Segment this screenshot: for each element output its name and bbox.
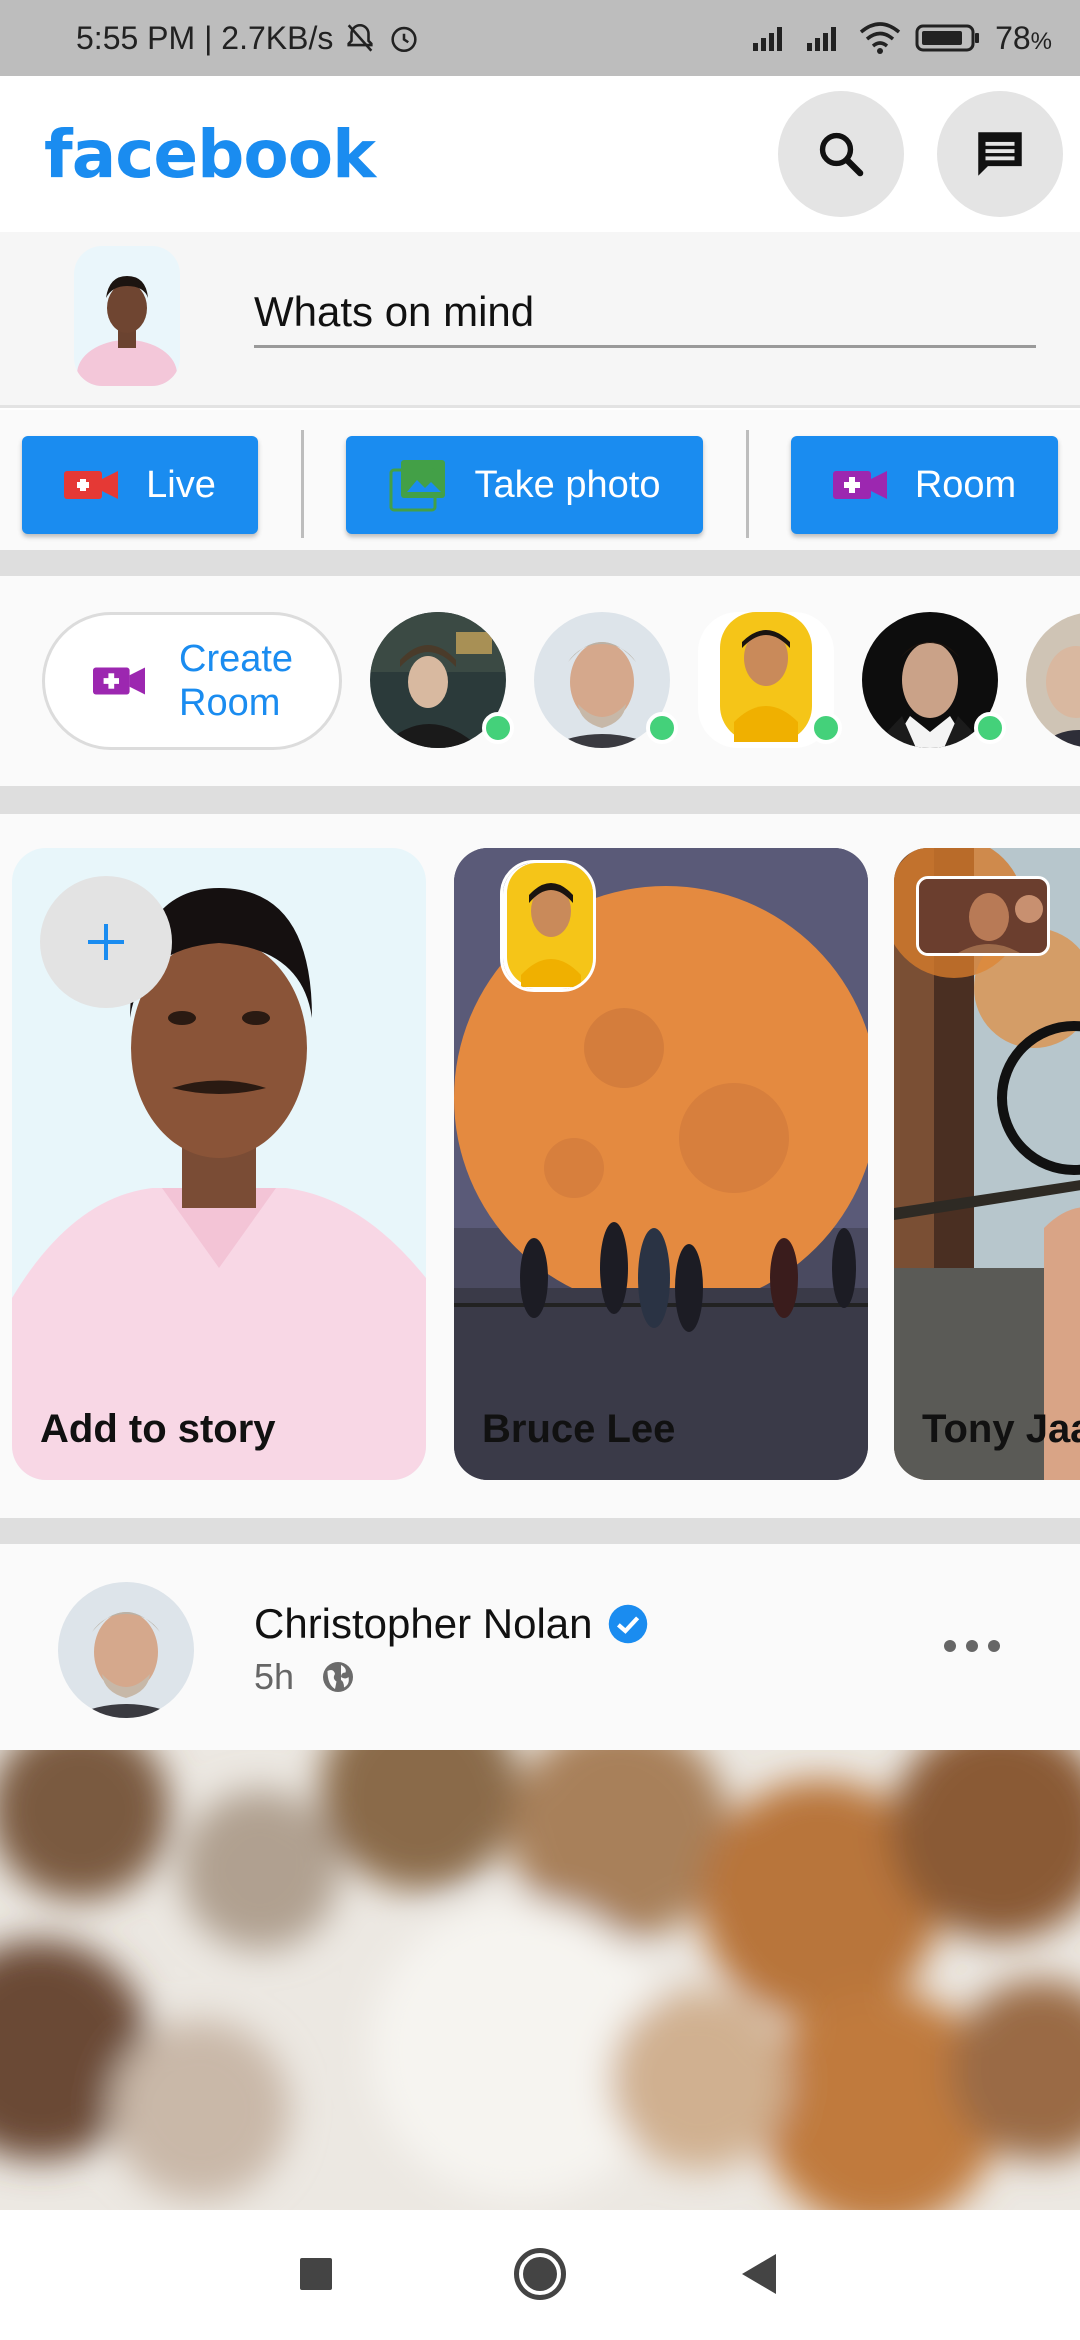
stories-row: Add to story Bruce Lee Tony Jaa <box>0 814 1080 1518</box>
room-button[interactable]: Room <box>791 436 1058 534</box>
signal-icon-2 <box>807 27 837 51</box>
post-author-avatar[interactable] <box>58 1582 194 1718</box>
online-friend-avatar[interactable] <box>698 612 842 748</box>
battery-icon <box>915 24 980 52</box>
home-button[interactable] <box>514 2248 566 2300</box>
story-name: Bruce Lee <box>482 1407 676 1451</box>
verified-badge-icon <box>608 1604 647 1644</box>
search-button[interactable] <box>778 91 904 217</box>
live-button[interactable]: Live <box>22 436 258 534</box>
status-bar: 5:55 PM | 2.7KB/s 78% <box>0 0 1080 76</box>
create-room-label-2: Room <box>179 682 281 724</box>
take-photo-label: Take photo <box>474 463 661 506</box>
room-video-icon <box>832 471 887 499</box>
room-label: Room <box>914 463 1017 506</box>
rooms-row: Create Room <box>0 576 1080 786</box>
online-indicator <box>482 712 514 744</box>
online-friend-avatar[interactable] <box>862 612 1006 748</box>
story-card[interactable]: Bruce Lee <box>454 848 868 1480</box>
plus-icon <box>88 924 124 960</box>
status-time-speed: 5:55 PM | 2.7KB/s <box>76 19 334 56</box>
take-photo-button[interactable]: Take photo <box>346 436 703 534</box>
online-indicator <box>810 712 842 744</box>
alarm-icon <box>391 26 417 53</box>
live-label: Live <box>146 463 216 506</box>
add-story-button[interactable] <box>40 876 172 1008</box>
post-composer: Whats on mind <box>0 232 1080 408</box>
story-author-avatar <box>500 860 596 992</box>
back-button[interactable] <box>742 2254 776 2294</box>
section-separator <box>0 1518 1080 1544</box>
online-indicator <box>974 712 1006 744</box>
online-indicator <box>646 712 678 744</box>
post-time: 5h <box>254 1656 295 1697</box>
more-options-icon[interactable] <box>942 1636 1002 1656</box>
app-header: facebook <box>0 76 1080 232</box>
add-story-card[interactable]: Add to story <box>12 848 426 1480</box>
photo-library-icon <box>389 460 445 512</box>
live-video-icon <box>64 471 119 499</box>
online-friend-avatar[interactable] <box>534 612 678 748</box>
signal-icon <box>753 27 783 51</box>
divider <box>746 430 749 538</box>
story-card[interactable]: Tony Jaa <box>894 848 1080 1480</box>
globe-icon <box>323 1662 354 1692</box>
online-friend-avatar[interactable] <box>370 612 514 748</box>
create-room-label-1: Create <box>179 638 294 680</box>
section-separator <box>0 786 1080 814</box>
facebook-logo: facebook <box>44 115 376 193</box>
story-author-avatar <box>916 876 1050 956</box>
post-photo-bokeh <box>0 1750 1080 2210</box>
whats-on-mind-input[interactable]: Whats on mind <box>254 288 1036 348</box>
recent-apps-button[interactable] <box>300 2258 332 2290</box>
story-name: Add to story <box>40 1407 276 1451</box>
search-icon <box>819 132 864 177</box>
messenger-button[interactable] <box>937 91 1063 217</box>
action-buttons: Live Take photo Room <box>0 410 1080 550</box>
section-separator <box>0 550 1080 576</box>
post-author-name[interactable]: Christopher Nolan <box>254 1600 593 1648</box>
room-video-icon <box>93 667 145 695</box>
wifi-icon <box>859 22 901 54</box>
post-header: Christopher Nolan 5h <box>0 1544 1080 1750</box>
create-room-button[interactable]: Create Room <box>42 612 342 750</box>
post-image[interactable] <box>0 1750 1080 2210</box>
online-friend-avatar[interactable] <box>1026 612 1080 748</box>
battery-level: 78% <box>995 19 1052 56</box>
divider <box>301 430 304 538</box>
user-avatar-image <box>74 246 180 386</box>
messenger-icon <box>978 132 1022 176</box>
system-nav-bar <box>0 2210 1080 2340</box>
bell-off-icon <box>347 23 373 52</box>
user-avatar[interactable] <box>74 246 180 386</box>
story-name: Tony Jaa <box>922 1407 1080 1451</box>
